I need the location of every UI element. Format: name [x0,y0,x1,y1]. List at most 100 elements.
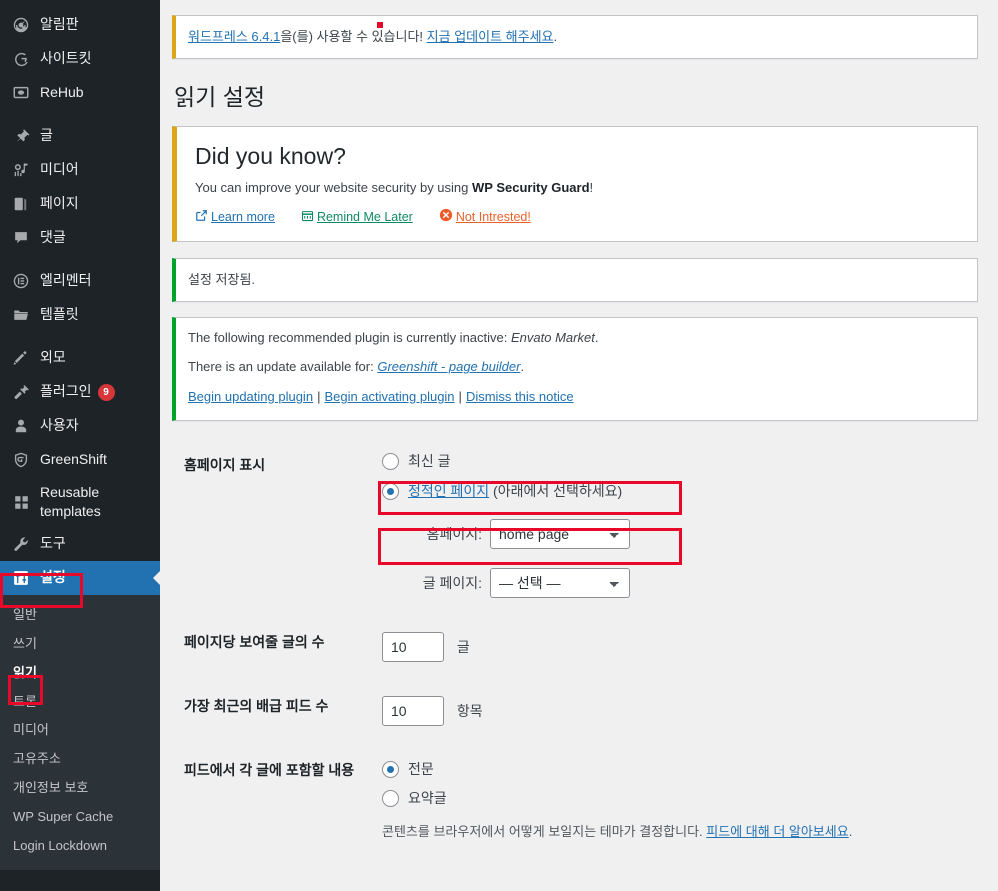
feed-content-label: 피드에서 각 글에 포함할 내용 [172,741,382,857]
static-page-suffix: (아래에서 선택하세요) [489,483,622,499]
sidebar-item-appearance[interactable]: 외모 [0,341,160,375]
sidebar-item-templates[interactable]: 템플릿 [0,298,160,332]
static-page-link[interactable]: 정적인 페이지 [408,483,489,499]
radio-static-page-input[interactable] [382,483,399,500]
begin-activating-plugin-link[interactable]: Begin activating plugin [324,389,454,404]
main-content: 워드프레스 6.4.1을(를) 사용할 수 있습니다! 지금 업데이트 해주세요… [160,0,998,891]
submenu-item-general[interactable]: 일반 [0,601,160,630]
media-icon [11,160,31,180]
sidebar-divider [0,332,160,341]
sidebar-divider [0,255,160,264]
sidebar-item-site-kit[interactable]: 사이트킷 [0,42,160,76]
feed-content-row: 피드에서 각 글에 포함할 내용 전문 요약글 콘텐츠를 브라우저에서 어떻게 … [172,741,988,857]
update-version-link[interactable]: 워드프레스 6.4.1 [188,29,280,44]
homepage-select[interactable]: home page [490,519,630,549]
radio-latest-posts[interactable]: 최신 글 [382,451,978,472]
sidebar-item-users[interactable]: 사용자 [0,409,160,443]
remind-me-later-label: Remind Me Later [317,210,413,224]
submenu-item-privacy[interactable]: 개인정보 보호 [0,774,160,803]
grid-icon [11,492,31,512]
posts-page-select-label: 글 페이지: [382,573,482,594]
not-interested-label: Not Intrested! [456,210,531,224]
sidebar-item-greenshift[interactable]: GreenShift [0,443,160,477]
not-interested-link[interactable]: Not Intrested! [439,208,531,225]
sidebar-item-rehub[interactable]: ReHub [0,76,160,110]
homepage-select-row: 홈페이지: home page [382,519,978,549]
sidebar-item-label: 글 [40,127,53,145]
sidebar-item-pages[interactable]: 페이지 [0,187,160,221]
wrench-icon [11,534,31,554]
posts-per-page-input[interactable] [382,632,444,662]
homepage-select-label: 홈페이지: [382,524,482,545]
sidebar-item-label: 도구 [40,535,66,553]
sidebar-item-posts[interactable]: 글 [0,119,160,153]
submenu-item-media[interactable]: 미디어 [0,716,160,745]
sidebar-item-elementor[interactable]: 엘리멘터 [0,264,160,298]
submenu-item-reading[interactable]: 읽기 [0,659,160,688]
dismiss-notice-link[interactable]: Dismiss this notice [466,389,574,404]
sidebar-item-media[interactable]: 미디어 [0,153,160,187]
learn-more-link[interactable]: Learn more [195,209,275,225]
sidebar-item-comments[interactable]: 댓글 [0,221,160,255]
sidebar-item-label: 엘리멘터 [40,272,92,290]
submenu-item-permalinks[interactable]: 고유주소 [0,745,160,774]
sidebar-item-reusable-templates[interactable]: Reusable templates [0,477,160,527]
sidebar-item-label: 사용자 [40,417,79,435]
wordpress-update-notice: 워드프레스 6.4.1을(를) 사용할 수 있습니다! 지금 업데이트 해주세요… [172,15,978,59]
posts-per-page-unit: 글 [457,639,470,655]
submenu-item-writing[interactable]: 쓰기 [0,630,160,659]
sidebar-item-label: 페이지 [40,195,79,213]
settings-saved-text: 설정 저장됨. [188,272,255,287]
sidebar-item-label: 플러그인 [40,383,92,401]
feed-helper-after: . [849,824,853,839]
plugin-icon [11,382,31,402]
tgmpa-separator-1: | [313,389,324,404]
radio-full-text[interactable]: 전문 [382,759,978,780]
did-you-know-description: You can improve your website security by… [195,180,959,195]
sidebar-item-label: Reusable templates [40,483,160,521]
comment-icon [11,228,31,248]
radio-summary-label: 요약글 [408,788,447,809]
wordpress-admin-screen: 알림판 사이트킷 ReHub 글 [0,0,998,891]
radio-static-page-label: 정적인 페이지 (아래에서 선택하세요) [408,481,622,502]
greenshift-update-link[interactable]: Greenshift - page builder [377,359,520,374]
submenu-item-login-lockdown[interactable]: Login Lockdown [0,832,160,861]
radio-summary-input[interactable] [382,790,399,807]
remind-me-later-link[interactable]: Remind Me Later [301,209,413,225]
sidebar-item-label: 템플릿 [40,306,79,324]
sidebar-item-tools[interactable]: 도구 [0,527,160,561]
sidebar-item-dashboard[interactable]: 알림판 [0,8,160,42]
sidebar-item-label: GreenShift [40,451,107,469]
radio-latest-posts-input[interactable] [382,453,399,470]
sidebar-item-settings[interactable]: 설정 [0,561,160,595]
begin-updating-plugin-link[interactable]: Begin updating plugin [188,389,313,404]
tgmpa-line-1: The following recommended plugin is curr… [188,328,965,348]
radio-full-text-input[interactable] [382,761,399,778]
submenu-item-discussion[interactable]: 토론 [0,688,160,717]
feed-content-helper: 콘텐츠를 브라우저에서 어떻게 보일지는 테마가 결정합니다. 피드에 대해 더… [382,822,978,842]
admin-sidebar: 알림판 사이트킷 ReHub 글 [0,0,160,891]
feed-learn-more-link[interactable]: 피드에 대해 더 알아보세요 [706,824,848,839]
tgmpa-plugin-name: Envato Market [511,330,595,345]
update-notice-trailing: . [554,29,558,44]
content-wrap: 워드프레스 6.4.1을(를) 사용할 수 있습니다! 지금 업데이트 해주세요… [160,0,998,857]
sidebar-divider [0,110,160,119]
feed-items-input[interactable] [382,696,444,726]
external-link-icon [195,209,208,225]
greenshift-icon [11,450,31,470]
elementor-icon [11,271,31,291]
tgmpa-line2-before: There is an update available for: [188,359,377,374]
pages-icon [11,194,31,214]
settings-saved-notice: 설정 저장됨. [172,258,978,302]
tgmpa-plugin-notice: The following recommended plugin is curr… [172,317,978,422]
update-now-link[interactable]: 지금 업데이트 해주세요 [427,29,554,44]
posts-page-select[interactable]: — 선택 — [490,568,630,598]
feed-items-label: 가장 최근의 배급 피드 수 [172,677,382,741]
submenu-item-wp-super-cache[interactable]: WP Super Cache [0,803,160,832]
radio-static-page[interactable]: 정적인 페이지 (아래에서 선택하세요) [382,481,978,502]
reading-settings-form: 홈페이지 표시 최신 글 정적인 페이지 (아래에서 선택하세요) 홈페이지: [172,436,988,857]
sidebar-item-plugins[interactable]: 플러그인 9 [0,375,160,409]
radio-summary[interactable]: 요약글 [382,788,978,809]
tgmpa-line1-after: . [595,330,599,345]
homepage-display-label: 홈페이지 표시 [172,436,382,613]
